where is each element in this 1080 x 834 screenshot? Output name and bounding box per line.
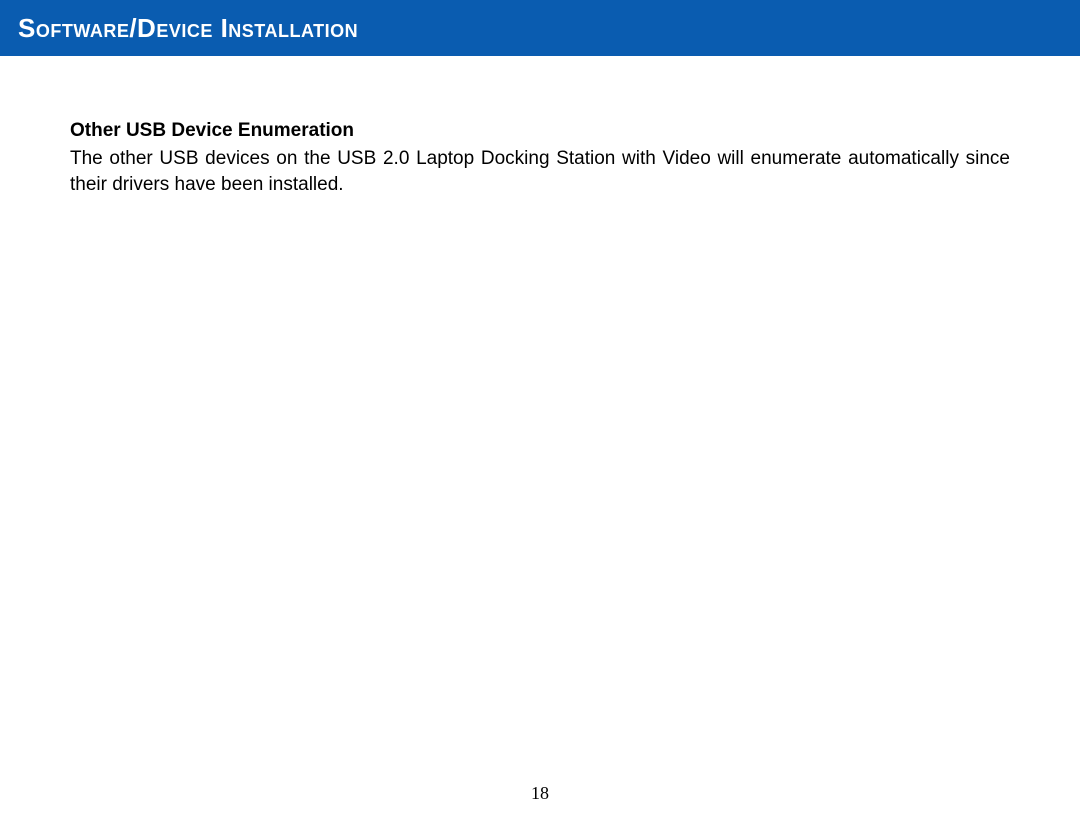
page-header-title: Software/Device Installation [18,13,358,44]
section-body: The other USB devices on the USB 2.0 Lap… [70,146,1010,197]
page-number: 18 [0,783,1080,804]
section-heading: Other USB Device Enumeration [70,120,1010,142]
page-content: Other USB Device Enumeration The other U… [0,56,1080,197]
page-header-bar: Software/Device Installation [0,0,1080,56]
